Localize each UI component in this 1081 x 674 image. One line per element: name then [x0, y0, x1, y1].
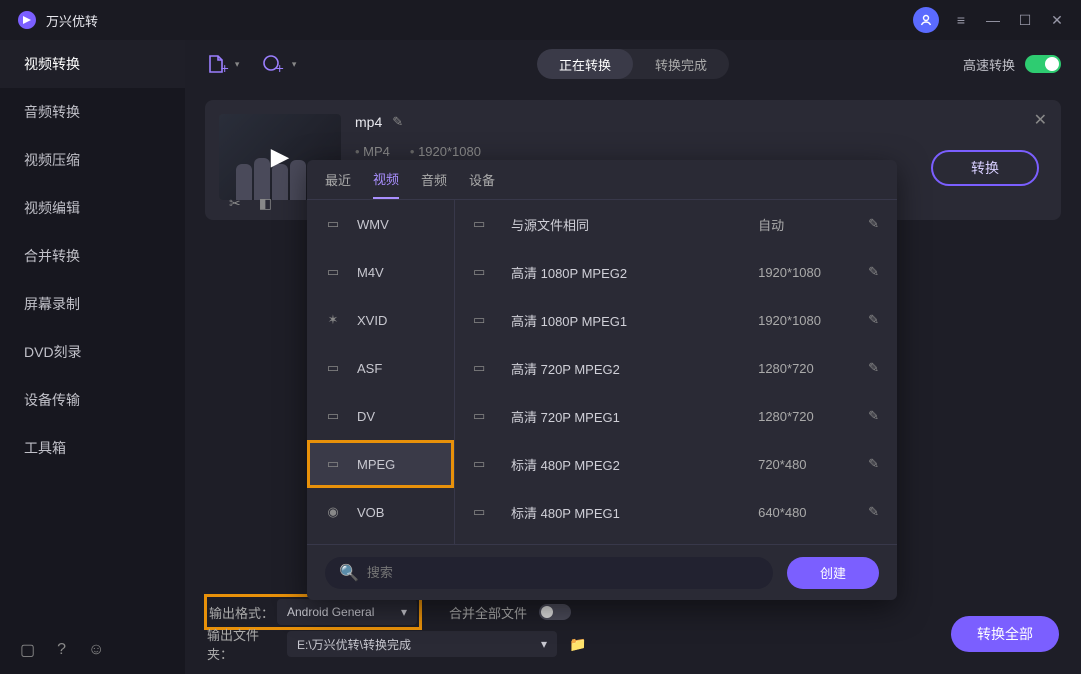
format-popup: 最近 视频 音频 设备 ▭WMV ▭M4V ✶XVID ▭ASF ▭DV ▭MP… [307, 160, 897, 600]
cut-icon[interactable]: ✂ [229, 195, 241, 212]
file-format: MP4 [355, 144, 390, 159]
format-list: ▭WMV ▭M4V ✶XVID ▭ASF ▭DV ▭MPEG ◉VOB [307, 200, 455, 544]
tab-converting[interactable]: 正在转换 [537, 49, 633, 79]
toolbar: +▾ +▾ 正在转换 转换完成 高速转换 [185, 40, 1081, 88]
format-search[interactable]: 🔍 [325, 557, 773, 589]
preset-row[interactable]: ▭高清 720P MPEG11280*720✎ [455, 392, 897, 440]
output-format-select[interactable]: Android General▾ [277, 599, 417, 625]
help-icon[interactable]: ? [57, 641, 66, 659]
edit-preset-icon[interactable]: ✎ [868, 312, 879, 328]
sidebar-item-video-edit[interactable]: 视频编辑 [0, 184, 185, 232]
preset-row[interactable]: ▭高清 1080P MPEG21920*1080✎ [455, 248, 897, 296]
bottom-bar: 输出格式： Android General▾ 合并全部文件 输出文件夹： E:\… [185, 588, 1081, 674]
close-window-button[interactable]: ✕ [1041, 4, 1073, 36]
preset-row[interactable]: ▭与源文件相同自动✎ [455, 200, 897, 248]
sidebar-item-merge-convert[interactable]: 合并转换 [0, 232, 185, 280]
sidebar-item-audio-convert[interactable]: 音频转换 [0, 88, 185, 136]
file-name: mp4 [355, 114, 382, 130]
edit-preset-icon[interactable]: ✎ [868, 504, 879, 520]
menu-button[interactable]: ≡ [945, 4, 977, 36]
popup-tab-audio[interactable]: 音频 [421, 160, 447, 199]
create-preset-button[interactable]: 创建 [787, 557, 879, 589]
sidebar-item-dvd-burn[interactable]: DVD刻录 [0, 328, 185, 376]
format-search-input[interactable] [367, 565, 759, 580]
format-asf[interactable]: ▭ASF [307, 344, 454, 392]
popup-tab-video[interactable]: 视频 [373, 160, 399, 199]
merge-label: 合并全部文件 [449, 603, 527, 622]
popup-tab-device[interactable]: 设备 [469, 160, 495, 199]
popup-tab-recent[interactable]: 最近 [325, 160, 351, 199]
book-icon[interactable]: ▢ [20, 640, 35, 660]
crop-icon[interactable]: ◧ [259, 195, 272, 212]
chevron-down-icon: ▾ [541, 637, 547, 651]
user-avatar[interactable] [913, 7, 939, 33]
tab-done[interactable]: 转换完成 [633, 49, 729, 79]
format-dv[interactable]: ▭DV [307, 392, 454, 440]
convert-all-button[interactable]: 转换全部 [951, 616, 1059, 652]
sidebar-item-screen-record[interactable]: 屏幕录制 [0, 280, 185, 328]
open-folder-icon[interactable]: 📁 [569, 636, 586, 653]
play-icon: ▶ [271, 143, 289, 172]
preset-row[interactable]: ▭标清 480P MPEG2720*480✎ [455, 440, 897, 488]
format-vob[interactable]: ◉VOB [307, 488, 454, 536]
sidebar: 视频转换 音频转换 视频压缩 视频编辑 合并转换 屏幕录制 DVD刻录 设备传输… [0, 40, 185, 674]
output-format-label: 输出格式： [209, 603, 277, 622]
preset-row[interactable]: ▭标清 480P MPEG1640*480✎ [455, 488, 897, 536]
merge-switch[interactable] [539, 604, 571, 620]
edit-preset-icon[interactable]: ✎ [868, 264, 879, 280]
sidebar-item-video-convert[interactable]: 视频转换 [0, 40, 185, 88]
output-path-select[interactable]: E:\万兴优转\转换完成▾ [287, 631, 557, 657]
minimize-button[interactable]: — [977, 4, 1009, 36]
edit-preset-icon[interactable]: ✎ [868, 360, 879, 376]
chevron-down-icon: ▾ [401, 605, 407, 619]
output-path-label: 输出文件夹： [207, 625, 275, 663]
app-logo [16, 9, 38, 31]
sidebar-item-toolbox[interactable]: 工具箱 [0, 424, 185, 472]
format-m4v[interactable]: ▭M4V [307, 248, 454, 296]
maximize-button[interactable]: ☐ [1009, 4, 1041, 36]
fast-convert-label: 高速转换 [963, 55, 1015, 74]
app-title: 万兴优转 [46, 11, 98, 30]
fast-convert-switch[interactable] [1025, 55, 1061, 73]
remove-file-button[interactable]: ✕ [1034, 110, 1047, 130]
format-xvid[interactable]: ✶XVID [307, 296, 454, 344]
file-resolution: 1920*1080 [410, 144, 481, 159]
convert-button[interactable]: 转换 [931, 150, 1039, 186]
edit-preset-icon[interactable]: ✎ [868, 456, 879, 472]
edit-preset-icon[interactable]: ✎ [868, 408, 879, 424]
format-mpeg[interactable]: ▭MPEG [307, 440, 454, 488]
people-icon[interactable]: ☺ [88, 641, 104, 659]
preset-row[interactable]: ▭高清 720P MPEG21280*720✎ [455, 344, 897, 392]
search-icon: 🔍 [339, 563, 359, 583]
format-wmv[interactable]: ▭WMV [307, 200, 454, 248]
preset-row[interactable]: ▭高清 1080P MPEG11920*1080✎ [455, 296, 897, 344]
sidebar-item-video-compress[interactable]: 视频压缩 [0, 136, 185, 184]
status-segment: 正在转换 转换完成 [537, 49, 729, 79]
edit-name-icon[interactable]: ✎ [392, 114, 403, 130]
preset-list: ▭与源文件相同自动✎ ▭高清 1080P MPEG21920*1080✎ ▭高清… [455, 200, 897, 544]
edit-preset-icon[interactable]: ✎ [868, 216, 879, 232]
sidebar-item-device-transfer[interactable]: 设备传输 [0, 376, 185, 424]
add-url-button[interactable]: +▾ [261, 48, 297, 80]
add-file-button[interactable]: +▾ [205, 48, 241, 80]
